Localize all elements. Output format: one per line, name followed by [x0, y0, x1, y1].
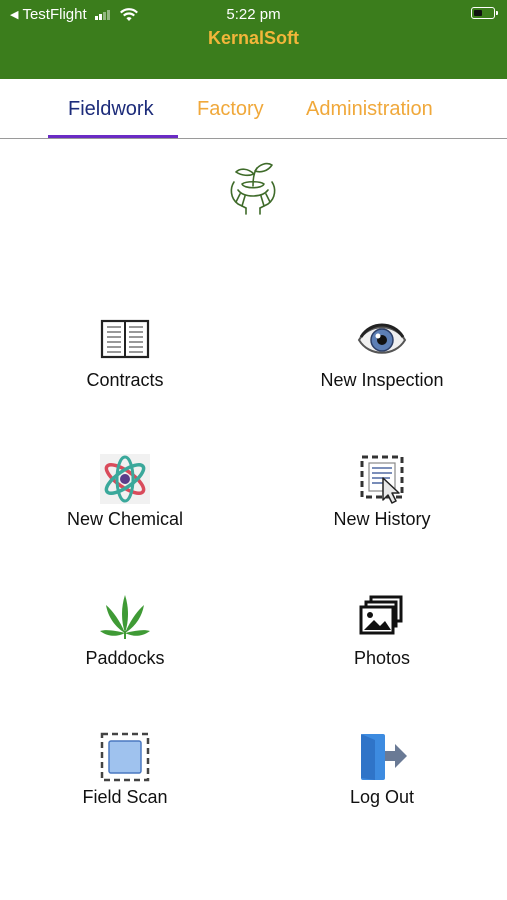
- active-tab-indicator: [48, 135, 178, 138]
- leaf-icon: [100, 595, 150, 639]
- menu-log-out-label: Log Out: [349, 787, 415, 807]
- menu-photos-label: Photos: [353, 648, 411, 668]
- scan-square-icon: [100, 732, 150, 782]
- menu-new-inspection-label: New Inspection: [320, 370, 444, 390]
- menu-new-history[interactable]: New History: [282, 454, 482, 544]
- menu-new-chemical-label: New Chemical: [66, 509, 184, 529]
- logout-door-icon: [361, 734, 407, 780]
- tab-fieldwork[interactable]: Fieldwork: [68, 98, 154, 121]
- document-selection-icon: [360, 455, 404, 504]
- menu-log-out[interactable]: Log Out: [282, 732, 482, 822]
- photos-icon: [359, 595, 403, 635]
- menu-contracts-label: Contracts: [86, 370, 164, 390]
- menu-new-chemical[interactable]: New Chemical: [25, 454, 225, 544]
- menu-contracts[interactable]: Contracts: [25, 315, 225, 405]
- menu-field-scan-label: Field Scan: [82, 787, 168, 807]
- book-icon: [100, 319, 150, 359]
- tab-bar: Fieldwork Factory Administration: [0, 79, 507, 139]
- tab-factory[interactable]: Factory: [197, 98, 264, 121]
- tab-administration[interactable]: Administration: [306, 98, 433, 121]
- menu-new-history-label: New History: [333, 509, 431, 529]
- menu-new-inspection[interactable]: New Inspection: [282, 315, 482, 405]
- menu-field-scan[interactable]: Field Scan: [25, 732, 225, 822]
- app-title: KernalSoft: [207, 28, 299, 48]
- menu-paddocks-label: Paddocks: [85, 648, 165, 668]
- eye-icon: [357, 323, 407, 354]
- atom-icon: [100, 454, 150, 504]
- hands-holding-seedling-icon: [230, 162, 276, 215]
- status-time: 5:22 pm: [226, 6, 281, 23]
- app-header: ◀ TestFlight 5:22 pm KernalSoft: [0, 0, 507, 79]
- menu-photos[interactable]: Photos: [282, 593, 482, 683]
- menu-paddocks[interactable]: Paddocks: [25, 593, 225, 683]
- battery-icon: [471, 7, 498, 19]
